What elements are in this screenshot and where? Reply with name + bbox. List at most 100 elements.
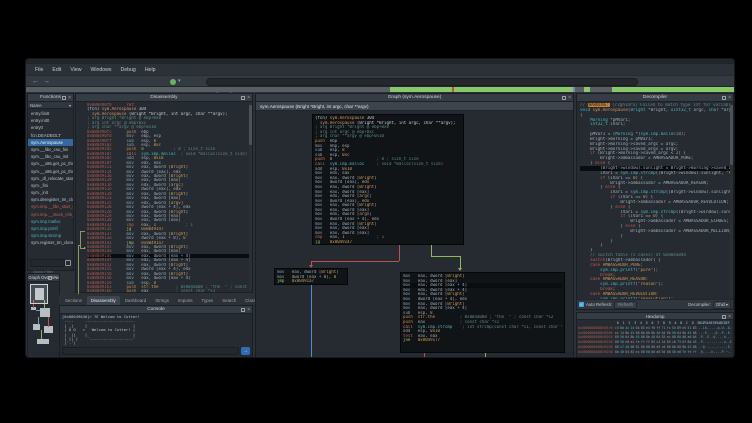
hexdump-grid[interactable]: 0 1 2 3 4 5 6 7 8 9 A B C D E F012345678…: [578, 321, 732, 357]
refresh-button[interactable]: Refresh: [614, 301, 637, 309]
debug-dropdown-chevron-icon[interactable]: ▾: [178, 78, 181, 84]
undock-icon[interactable]: [562, 96, 566, 100]
functions-column-header[interactable]: Name ▾: [28, 102, 73, 109]
graph-canvas[interactable]: (fcn) sym.Aerospause 304 sym.Aerospause …: [256, 111, 573, 357]
menu-file[interactable]: File: [31, 66, 47, 74]
menu-windows[interactable]: Windows: [86, 66, 115, 74]
decompiler-line[interactable]: void sym.Aerospause(Bright *Bright, uint…: [580, 108, 733, 113]
close-icon[interactable]: ×: [247, 308, 250, 312]
decompiler-code: // WARNING: [r2ghidra] Failed to match t…: [577, 102, 733, 299]
close-icon[interactable]: ×: [68, 96, 71, 100]
hexdump-panel: Hexdump × 0 1 2 3 4 5 6 7 8 9 A B C D E …: [576, 312, 734, 358]
disassembly-title-label: Disassembly: [150, 95, 177, 100]
tab-disassembly[interactable]: Disassembly: [87, 296, 120, 305]
tab-strings[interactable]: Strings: [151, 296, 173, 305]
disassembly-line[interactable]: 0x08049166 push eax ; const char *s1: [87, 289, 252, 292]
function-list-item[interactable]: sym.__x86.get_pc_thunk.bp: [28, 160, 73, 167]
close-icon[interactable]: ×: [568, 96, 571, 100]
function-list-item[interactable]: sym.deregister_tm_clones: [28, 196, 73, 203]
basic-block-node[interactable]: mov eax, dword [Bright]mov eax, dword [e…: [400, 272, 565, 353]
disassembly-panel-title: Disassembly ×: [76, 94, 252, 102]
function-list-item[interactable]: sym.imp.__libc_start_main: [28, 203, 73, 210]
minimap-viewport[interactable]: [30, 284, 48, 304]
function-list-item[interactable]: entry0: [28, 124, 73, 131]
close-icon[interactable]: ×: [247, 96, 250, 100]
undock-icon[interactable]: [241, 308, 245, 312]
graph-node-line[interactable]: jg 0x8049147: [315, 240, 461, 245]
scrollbar-thumb[interactable]: [730, 105, 733, 165]
edge-unconditional: [311, 285, 312, 357]
tab-types[interactable]: Types: [198, 296, 218, 305]
function-list-item[interactable]: sym.__libc_csu_fini: [28, 146, 73, 153]
back-button[interactable]: ←: [32, 77, 39, 86]
undock-icon[interactable]: [62, 96, 66, 100]
quick-filter: [30, 259, 65, 267]
menu-edit[interactable]: Edit: [48, 66, 65, 74]
hexdump-row[interactable]: 0x00000000080492408b400483ec08680da00408…: [578, 350, 732, 355]
graph-node-line[interactable]: jne 0x8049177: [403, 338, 562, 343]
decompiler-scrollbar[interactable]: [730, 103, 733, 298]
seekbar-gap: [575, 87, 583, 92]
chevron-down-icon[interactable]: ▾: [69, 103, 71, 108]
undock-icon[interactable]: [241, 96, 245, 100]
graph-function-signature: sym.Aerospause (Bright *Bright, int argc…: [256, 102, 573, 111]
undock-icon[interactable]: [48, 276, 52, 280]
function-list-item[interactable]: entry.init0: [28, 117, 73, 124]
graph-overview-minimap[interactable]: [28, 282, 59, 357]
close-icon[interactable]: ×: [728, 96, 731, 100]
auto-refresh-checkbox[interactable]: ✓: [579, 302, 584, 307]
tab-search[interactable]: Search: [218, 296, 240, 305]
console-panel-title: Console ×: [60, 306, 252, 314]
disassembly-scrollbar[interactable]: [249, 103, 252, 291]
function-list-item[interactable]: sym.__libc_csu_init: [28, 153, 73, 160]
edge-false: [424, 353, 425, 357]
function-list-item[interactable]: sym.imp.__stack_chk_fail: [28, 211, 73, 218]
seekbar-gap: [590, 87, 613, 92]
edge-arrow-icon: [309, 265, 313, 268]
tab-sections[interactable]: Sections: [61, 296, 86, 305]
disassembly-panel: Disassembly × 0x080490fb ret(fcn) sym.Ae…: [75, 93, 253, 293]
undock-icon[interactable]: [722, 315, 726, 319]
function-list-item[interactable]: fcn.DEADBOLT: [28, 132, 73, 139]
function-list-item[interactable]: sym.Aerospause: [28, 139, 73, 146]
seekbar[interactable]: [26, 87, 734, 92]
close-icon[interactable]: ×: [728, 315, 731, 319]
console-panel: Console × [0x08049040]> ?E Welcom to Cut…: [59, 305, 253, 358]
graph-panel-title: Graph (sym.Aerospause) ×: [256, 94, 573, 102]
function-list-item[interactable]: sym.__x86.get_pc_thunk.bx: [28, 168, 73, 175]
seekbar-function-region: [390, 87, 734, 92]
functions-panel-title: Functions ×: [28, 94, 73, 102]
debug-start-icon[interactable]: [170, 79, 176, 85]
function-list-item[interactable]: sym._fini: [28, 182, 73, 189]
console-execute-button[interactable]: →: [241, 347, 250, 355]
disassembly-listing: 0x080490fb ret(fcn) sym.Aerospause 304 s…: [76, 102, 252, 292]
scrollbar-thumb[interactable]: [249, 105, 252, 145]
console-input[interactable]: [63, 357, 238, 359]
tab-dashboard[interactable]: Dashboard: [121, 296, 150, 305]
graph-node-line[interactable]: jmp 0x80491a7: [277, 279, 345, 284]
graph-panel: Graph (sym.Aerospause) × sym.Aerospause …: [255, 93, 574, 358]
forward-button[interactable]: →: [43, 77, 50, 86]
basic-block-node[interactable]: mov eax, dword [Bright]mov dword [eax + …: [274, 268, 348, 285]
function-list-item[interactable]: sym._dl_relocate_static_pie: [28, 175, 73, 182]
graph-overview-title: Graph Overview ×: [28, 274, 59, 282]
undock-icon[interactable]: [722, 96, 726, 100]
basic-block-node[interactable]: (fcn) sym.Aerospause 304 sym.Aerospause …: [312, 114, 464, 245]
chevron-down-icon: ▾: [726, 302, 728, 307]
close-icon[interactable]: ×: [54, 276, 57, 280]
decompiler-engine-select[interactable]: Ghid▾: [713, 301, 731, 309]
function-list-item[interactable]: sym.imp.printf: [28, 225, 73, 232]
functions-list: entry.fini0entry.init0entry0fcn.DEADBOLT…: [28, 110, 73, 256]
function-list-item[interactable]: sym.register_tm_clones: [28, 239, 73, 246]
menu-view[interactable]: View: [66, 66, 85, 74]
filter-options-icon[interactable]: [65, 260, 71, 266]
jump-arrow-head-icon: [84, 247, 86, 249]
menu-debug[interactable]: Debug: [117, 66, 140, 74]
function-list-item[interactable]: sym.imp.strcmp: [28, 232, 73, 239]
function-list-item[interactable]: sym._init: [28, 189, 73, 196]
menu-help[interactable]: Help: [141, 66, 160, 74]
edge-arrow-icon: [458, 268, 462, 271]
function-list-item[interactable]: sym.imp.malloc: [28, 218, 73, 225]
tab-imports[interactable]: Imports: [174, 296, 197, 305]
function-list-item[interactable]: entry.fini0: [28, 110, 73, 117]
